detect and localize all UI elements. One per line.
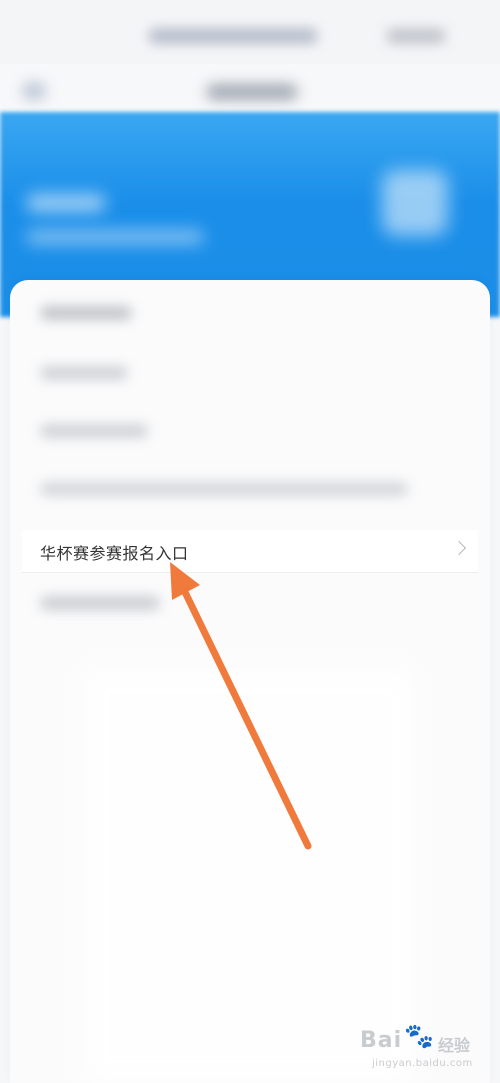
watermark-logo: Bai (360, 1028, 403, 1053)
watermark: Bai 🐾 经验 jingyan.baidu.com (360, 1022, 490, 1072)
watermark-url: jingyan.baidu.com (372, 1058, 473, 1069)
arrow-shaft (180, 586, 312, 850)
paw-icon: 🐾 (404, 1022, 434, 1050)
watermark-cn: 经验 (438, 1036, 471, 1055)
annotation-arrow (170, 562, 312, 850)
